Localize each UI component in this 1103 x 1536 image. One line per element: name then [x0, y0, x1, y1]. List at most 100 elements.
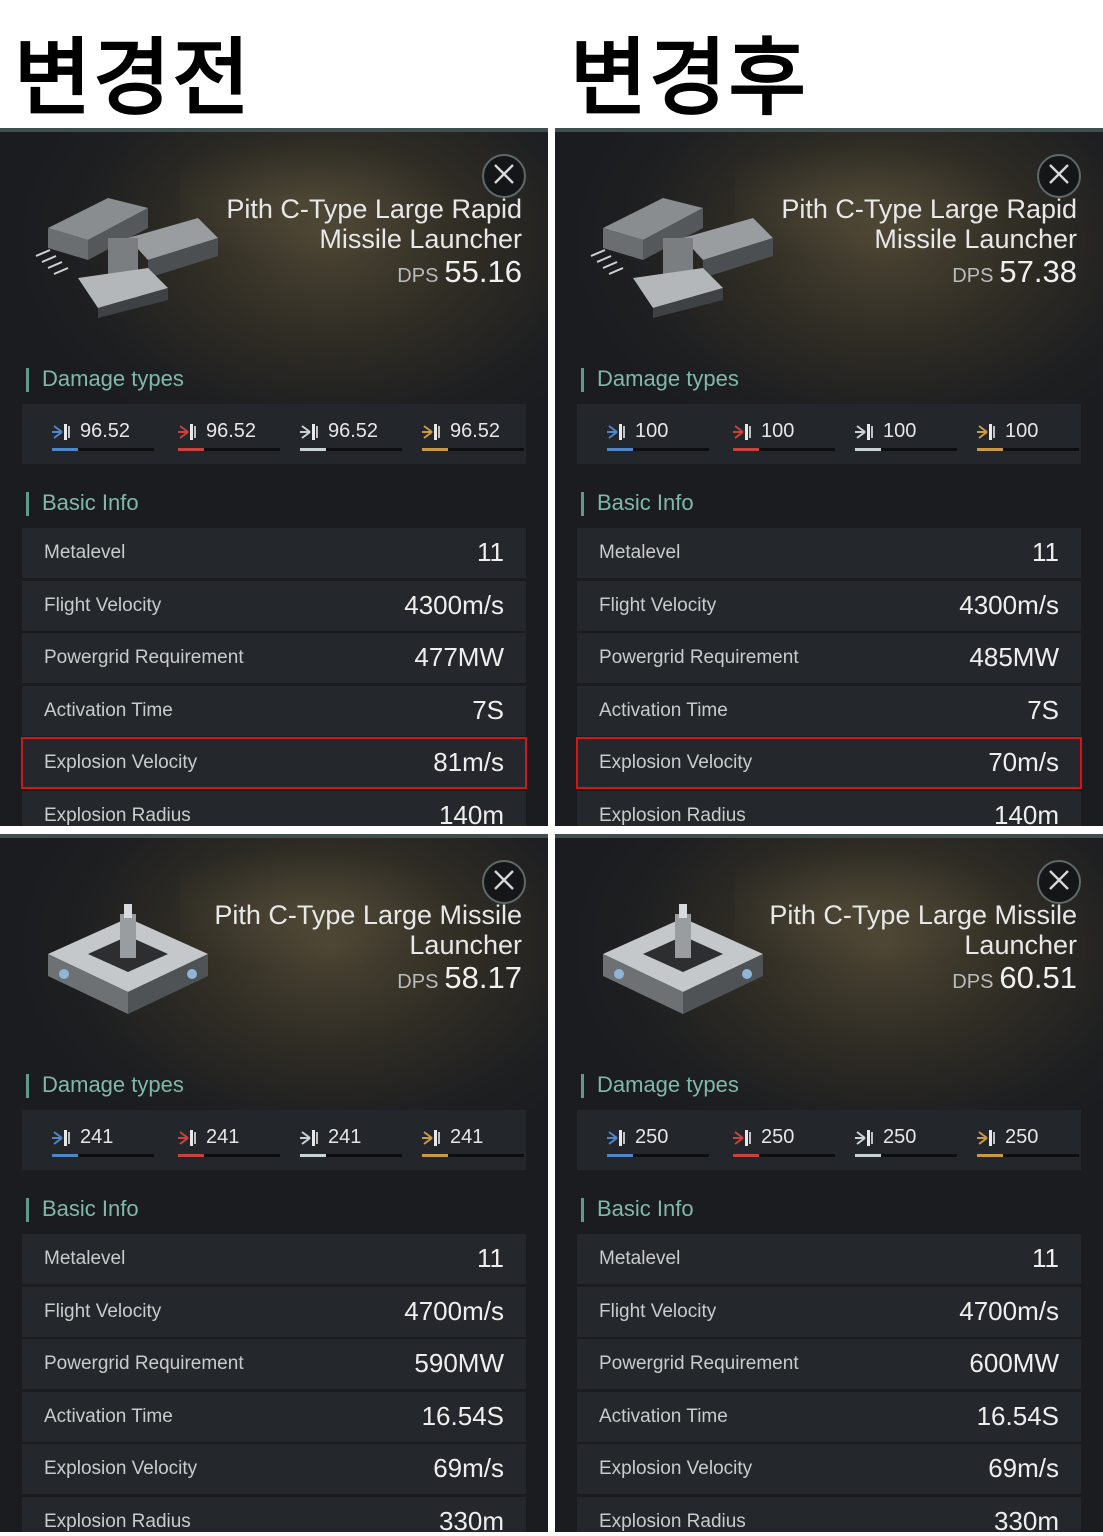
info-value: 600MW [969, 1348, 1059, 1378]
section-damage-types: Damage types [581, 1072, 739, 1098]
info-value: 590MW [414, 1348, 504, 1378]
item-info-panel: Pith C-Type Large Rapid Missile Launcher… [0, 128, 548, 826]
info-label: Explosion Radius [599, 1510, 746, 1532]
damage-bar [300, 1154, 402, 1157]
info-value: 485MW [969, 642, 1059, 672]
damage-bar [607, 1154, 709, 1157]
damage-explosive: 250 [961, 1124, 1079, 1160]
info-row: Flight Velocity 4300m/s [22, 580, 526, 631]
info-value: 11 [477, 537, 504, 567]
em-damage-icon [605, 422, 627, 442]
thermal-damage-icon [176, 422, 198, 442]
info-value: 140m [438, 799, 504, 827]
dps-label: DPS [397, 971, 439, 993]
info-label: Explosion Velocity [599, 1458, 753, 1479]
info-value: 11 [1032, 1243, 1059, 1273]
info-row: Activation Time 16.54S [577, 1391, 1081, 1442]
damage-value: 250 [635, 1126, 669, 1148]
damage-bar [422, 448, 524, 451]
info-label: Explosion Radius [44, 804, 191, 826]
damage-bar [178, 448, 280, 451]
info-row: Explosion Radius 140m [22, 790, 526, 827]
info-value: 11 [1032, 537, 1059, 567]
info-label: Explosion Radius [599, 804, 746, 826]
info-label: Metalevel [44, 542, 126, 563]
kinetic-damage-icon [298, 422, 320, 442]
thermal-damage-icon [731, 422, 753, 442]
info-value: 16.54S [421, 1400, 504, 1431]
thermal-damage-icon [731, 1128, 753, 1148]
item-title: Pith C-Type Large Missile Launcher [769, 900, 1077, 960]
info-label: Flight Velocity [599, 594, 717, 616]
info-value: 70m/s [988, 747, 1059, 777]
info-value: 4300m/s [404, 589, 504, 620]
info-row: Activation Time 7S [577, 685, 1081, 736]
info-label: Flight Velocity [44, 1300, 162, 1322]
info-row: Explosion Radius 330m [22, 1496, 526, 1532]
damage-em: 250 [591, 1124, 709, 1160]
damage-value: 96.52 [450, 420, 501, 442]
close-button[interactable] [1037, 154, 1081, 198]
basic-info-list: Metalevel 11 Flight Velocity 4300m/s Powergr… [576, 528, 1082, 827]
damage-bar [977, 448, 1079, 451]
info-row: Flight Velocity 4300m/s [577, 580, 1081, 631]
info-value: 11 [477, 1243, 504, 1273]
info-label: Powergrid Requirement [599, 647, 799, 668]
dps-readout: DPS 60.51 [952, 960, 1077, 996]
dps-readout: DPS 55.16 [397, 254, 522, 290]
info-row: Powergrid Requirement 600MW [577, 1339, 1081, 1389]
info-value: 140m [993, 799, 1059, 827]
item-title: Pith C-Type Large Rapid Missile Launcher [781, 194, 1077, 254]
item-title: Pith C-Type Large Missile Launcher [214, 900, 522, 960]
info-label: Powergrid Requirement [44, 647, 244, 668]
damage-value: 241 [80, 1126, 114, 1148]
damage-kinetic: 96.52 [284, 418, 402, 454]
damage-bar [855, 448, 957, 451]
dps-label: DPS [952, 971, 994, 993]
info-value: 477MW [414, 642, 504, 672]
damage-bar [300, 448, 402, 451]
dps-value: 55.16 [444, 254, 522, 289]
info-row: Explosion Velocity 69m/s [22, 1444, 526, 1494]
rapid-missile-launcher-icon [28, 168, 228, 318]
damage-bar [855, 1154, 957, 1157]
em-damage-icon [50, 1128, 72, 1148]
damage-bar [733, 1154, 835, 1157]
dps-value: 60.51 [999, 960, 1077, 995]
damage-types-box: 96.52 96.52 96.52 96.52 [22, 404, 526, 464]
info-value: 330m [993, 1505, 1059, 1533]
damage-bar [52, 1154, 154, 1157]
section-damage-types: Damage types [26, 1072, 184, 1098]
close-button[interactable] [1037, 860, 1081, 904]
explosive-damage-icon [420, 1128, 442, 1148]
close-button[interactable] [482, 860, 526, 904]
damage-explosive: 96.52 [406, 418, 524, 454]
damage-types-box: 100 100 100 100 [577, 404, 1081, 464]
damage-bar [52, 448, 154, 451]
missile-launcher-icon [583, 874, 783, 1024]
section-damage-types: Damage types [26, 366, 184, 392]
dps-value: 58.17 [444, 960, 522, 995]
damage-kinetic: 100 [839, 418, 957, 454]
close-button[interactable] [482, 154, 526, 198]
damage-bar [977, 1154, 1079, 1157]
damage-types-box: 250 250 250 250 [577, 1110, 1081, 1170]
item-info-panel: Pith C-Type Large Rapid Missile Launcher… [555, 128, 1103, 826]
info-label: Explosion Velocity [44, 1458, 198, 1479]
damage-value: 100 [761, 420, 795, 442]
info-label: Activation Time [599, 1405, 728, 1427]
damage-value: 96.52 [206, 420, 257, 442]
damage-kinetic: 250 [839, 1124, 957, 1160]
kinetic-damage-icon [853, 1128, 875, 1148]
info-row: Explosion Radius 140m [577, 790, 1081, 827]
damage-em: 100 [591, 418, 709, 454]
damage-value: 100 [1005, 420, 1039, 442]
em-damage-icon [50, 422, 72, 442]
info-row: Powergrid Requirement 485MW [577, 633, 1081, 683]
damage-value: 241 [450, 1126, 484, 1148]
damage-thermal: 241 [162, 1124, 280, 1160]
heading-before: 변경전 [14, 29, 252, 127]
section-basic-info: Basic Info [581, 490, 694, 516]
info-row: Explosion Velocity 69m/s [577, 1444, 1081, 1494]
info-label: Explosion Radius [44, 1510, 191, 1532]
